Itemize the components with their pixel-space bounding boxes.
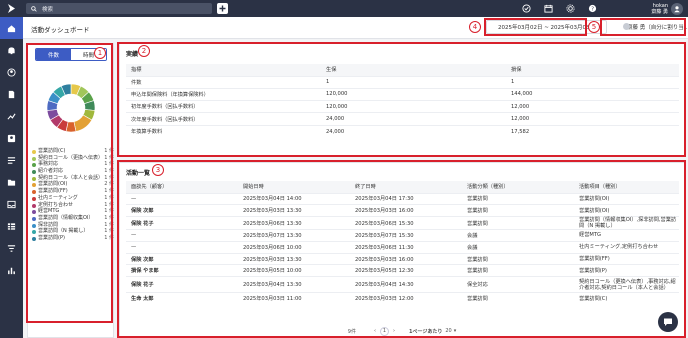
nav-contact-card-icon[interactable] (0, 127, 23, 149)
nav-bar-chart-icon[interactable] (0, 259, 23, 281)
nav-list-icon[interactable] (0, 149, 23, 171)
annotation-badge-3: 3 (152, 164, 164, 176)
annotation-badge-5: 5 (588, 21, 600, 33)
annotation-badge-1: 1 (94, 47, 106, 59)
plus-icon (219, 5, 226, 12)
user-menu[interactable]: hokan 齋藤 勇 (632, 1, 688, 16)
nav-table-icon[interactable] (0, 215, 23, 237)
annotation-box-left-panel (26, 43, 113, 323)
help-icon[interactable]: ? (588, 3, 597, 14)
nav-inbox-icon[interactable] (0, 193, 23, 215)
search-icon (31, 5, 37, 12)
annotation-badge-4: 4 (469, 21, 481, 33)
annotation-box-kpi (117, 42, 686, 157)
side-nav (0, 17, 23, 338)
nav-bell-icon[interactable] (0, 39, 23, 61)
user-name: 齋藤 勇 (651, 8, 668, 15)
nav-document-icon[interactable] (0, 83, 23, 105)
person-icon (674, 5, 680, 12)
search-placeholder: 検索 (42, 6, 54, 13)
nav-home-icon[interactable] (0, 17, 23, 39)
annotation-box-date (484, 18, 587, 36)
avatar (671, 2, 683, 15)
task-check-icon[interactable] (522, 3, 531, 14)
annotation-box-user (600, 18, 686, 36)
search-input[interactable]: 検索 (26, 3, 212, 14)
add-button[interactable] (217, 3, 228, 14)
nav-folder-icon[interactable] (0, 171, 23, 193)
nav-chart-line-icon[interactable] (0, 105, 23, 127)
page-title: 活動ダッシュボード (31, 26, 90, 34)
svg-text:?: ? (591, 7, 594, 13)
annotation-box-activities (117, 160, 686, 338)
calendar-icon[interactable] (544, 3, 553, 14)
gear-icon[interactable] (566, 3, 575, 14)
nav-user-circle-icon[interactable] (0, 61, 23, 83)
nav-filter-list-icon[interactable] (0, 237, 23, 259)
annotation-badge-2: 2 (138, 45, 150, 57)
app-logo-icon[interactable] (0, 0, 23, 17)
